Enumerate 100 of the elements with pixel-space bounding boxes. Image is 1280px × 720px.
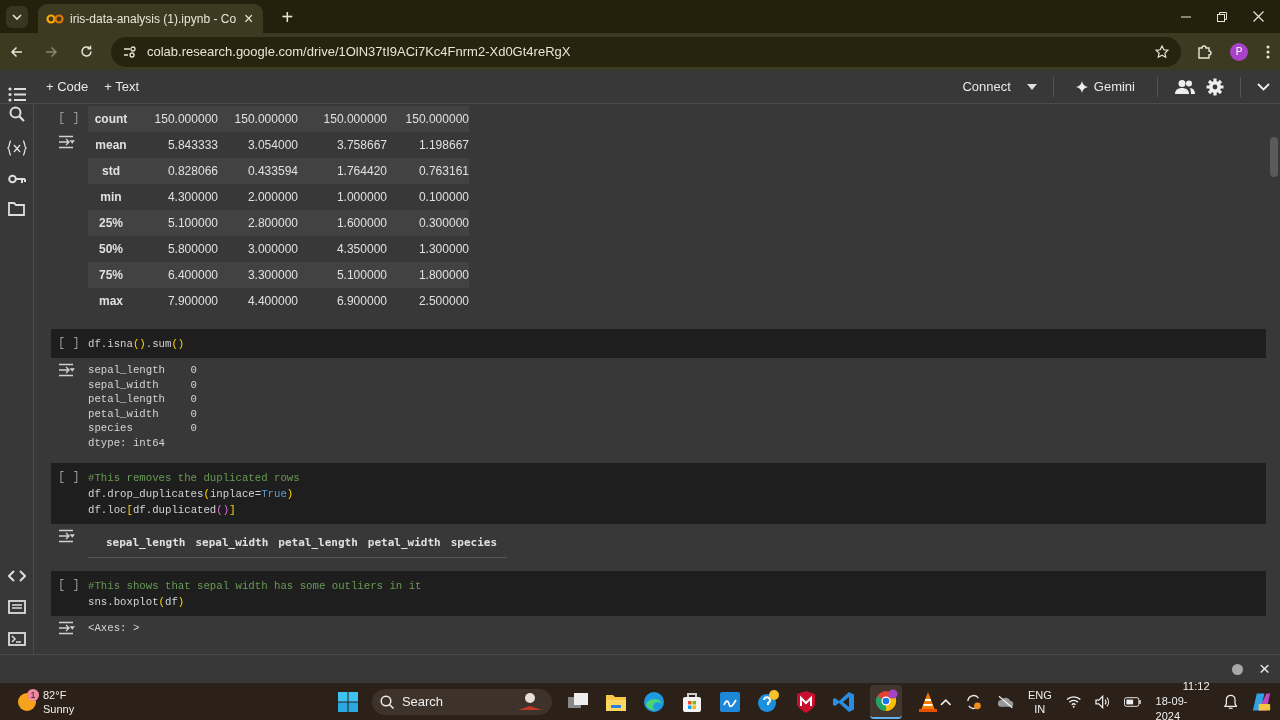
table-cell: 7.900000 [134,288,218,314]
code-cell[interactable]: [ ] df.isna().sum() [51,329,1266,358]
run-cell-button[interactable]: [ ] [51,578,88,610]
windows-logo-icon[interactable] [337,691,358,712]
sparkle-icon [1075,80,1088,93]
output-toggle-icon[interactable] [58,529,76,543]
reload-icon[interactable] [80,45,93,58]
clock-date[interactable]: 18-09-2024 [1155,694,1210,720]
output-toggle-icon[interactable] [58,363,76,377]
battery-icon[interactable] [1124,696,1142,707]
status-dot-icon [1231,663,1243,675]
output-line: dtype: int64 [88,435,165,450]
column-header: sepal_width [195,536,269,549]
scrollbar-thumb[interactable] [1270,137,1278,177]
gemini-button[interactable]: Gemini [1069,79,1141,94]
new-tab-button[interactable]: + [275,5,300,30]
chevron-down-icon[interactable] [1257,82,1270,91]
search-icon [379,694,394,709]
table-cell: 0.100000 [387,184,469,210]
search-label: Search [401,694,445,709]
output-line: petal_length 0 [88,392,198,407]
url-text: colab.research.google.com/drive/1OlN37tI9ACi7Kc4Fnrm2-Xd0Gt4reRgX [147,44,572,59]
output-line: species 0 [88,421,198,436]
code-line: df.drop_duplicates(inplace=True) [88,487,294,502]
table-cell: 2.000000 [218,184,298,210]
add-code-button[interactable]: + Code [40,79,95,94]
browser-wave-icon[interactable] [641,689,666,714]
table-cell: 5.100000 [298,262,387,288]
close-tab-button[interactable]: × [242,9,256,28]
tab-list-button[interactable] [6,6,28,28]
table-cell: 150.000000 [218,106,298,132]
terminal-icon[interactable] [7,632,26,646]
cloud-off-icon[interactable] [996,694,1014,709]
output-toggle-icon[interactable] [58,621,76,635]
speaker-icon[interactable] [1095,694,1111,709]
connect-button[interactable]: Connect [956,79,1017,94]
chrome-icon[interactable] [869,684,902,719]
table-cell: 5.800000 [134,236,218,262]
code-line: #This shows that sepal width has some outliers in it [88,579,422,594]
restore-icon[interactable] [1217,11,1227,22]
command-palette-icon[interactable] [7,600,26,614]
table-cell: 5.843333 [134,132,218,158]
variables-icon[interactable] [6,140,27,156]
star-icon[interactable] [1155,44,1169,59]
column-header: petal_length [278,536,358,549]
more-options-icon[interactable] [1266,44,1270,59]
table-cell: 1.600000 [298,210,387,236]
close-icon[interactable] [1253,11,1264,22]
script-tile-icon[interactable] [717,689,742,714]
table-cell: 4.400000 [218,288,298,314]
run-cell-button[interactable]: [ ] [58,111,88,125]
row-label: 50% [88,236,134,262]
ribbon-icon[interactable] [831,689,856,714]
table-cell: 3.300000 [218,262,298,288]
table-cell: 0.828066 [134,158,218,184]
key-icon[interactable] [7,174,26,184]
add-text-button[interactable]: + Text [98,79,146,94]
dropdown-caret-icon[interactable] [1026,83,1037,90]
sync-icon[interactable] [965,692,983,711]
row-label: count [88,106,134,132]
taskbar-search[interactable]: Search [371,688,552,715]
forward-arrow-icon [45,45,58,58]
region-indicator[interactable]: IN [1034,701,1046,716]
search-icon[interactable] [8,106,25,122]
table-cell: 0.763161 [387,158,469,184]
weather-condition: Sunny [43,701,75,716]
table-cell: 3.758667 [298,132,387,158]
code-line: #This removes the duplicated rows [88,471,300,486]
people-icon[interactable] [1174,78,1196,95]
code-cell[interactable]: [ ] #This shows that sepal width has some outliers in it sns.boxplot(df) [51,571,1266,616]
bell-icon[interactable] [1223,693,1237,710]
profile-avatar[interactable]: P [1230,42,1248,61]
close-button[interactable]: × [1254,658,1274,680]
infinity-logo-icon [46,13,64,24]
clock-time[interactable]: 11:12 [1182,679,1210,694]
chevron-up-icon[interactable] [939,697,952,706]
help-question-icon[interactable] [755,689,780,714]
row-label: mean [88,132,134,158]
output-line: <Axes: > [88,621,140,636]
wifi-icon[interactable] [1065,695,1082,708]
site-settings-icon[interactable] [123,45,137,58]
table-cell: 2.800000 [218,210,298,236]
run-cell-button[interactable]: [ ] [51,336,88,352]
folder-icon[interactable] [8,202,25,216]
temperature: 82°F [43,687,67,702]
run-cell-button[interactable]: [ ] [51,470,88,518]
output-toggle-icon[interactable] [58,135,76,149]
language-indicator[interactable]: ENG [1027,687,1052,702]
settings-icon[interactable] [1206,77,1224,96]
table-cell: 0.300000 [387,210,469,236]
table-cell: 1.300000 [387,236,469,262]
code-brackets-icon[interactable] [7,570,26,582]
back-arrow-icon[interactable] [10,45,23,58]
puzzle-piece-icon[interactable] [1197,44,1212,59]
output-line: sepal_length 0 [88,363,198,378]
browser-tab[interactable]: iris-data-analysis (1).ipynb - Co × [38,4,264,33]
address-bar[interactable]: colab.research.google.com/drive/1OlN37tI9ACi7Kc4Fnrm2-Xd0Gt4reRgX [111,36,1181,67]
copilot-icon[interactable] [1250,690,1272,713]
list-icon[interactable] [8,87,26,102]
code-cell[interactable]: [ ] #This removes the duplicated rows df.drop_duplicates(inplace=True) df.loc[df.duplicated()] [51,463,1266,524]
